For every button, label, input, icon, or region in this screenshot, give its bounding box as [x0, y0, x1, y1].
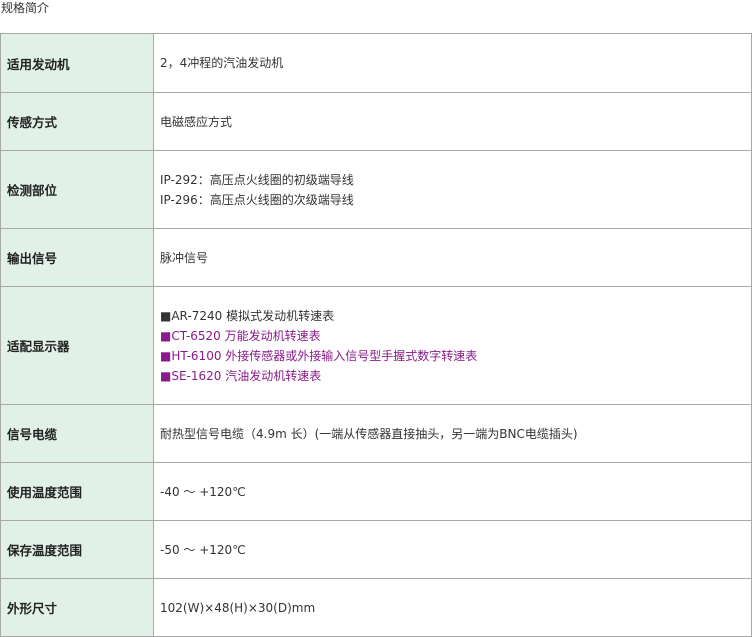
- value-line: IP-296：高压点火线圈的次级端导线: [160, 192, 354, 207]
- table-row: 信号电缆 耐热型信号电缆（4.9m 长）(一端从传感器直接抽头，另一端为BNC电…: [0, 404, 752, 463]
- row-label-output: 输出信号: [0, 228, 154, 287]
- table-row: 使用温度范围 -40 ～ +120℃: [0, 462, 752, 521]
- display-item-ht6100[interactable]: ■HT-6100 外接传感器或外接输入信号型手握式数字转速表: [160, 346, 745, 366]
- row-value-storage-temp: -50 ～ +120℃: [153, 520, 752, 579]
- display-item-ct6520[interactable]: ■CT-6520 万能发动机转速表: [160, 326, 745, 346]
- value-line: 脉冲信号: [160, 250, 209, 265]
- value-line: -40 ～ +120℃: [160, 484, 246, 499]
- row-label-operating-temp: 使用温度范围: [0, 462, 154, 521]
- display-item-se1620[interactable]: ■SE-1620 汽油发动机转速表: [160, 366, 745, 386]
- row-value-output: 脉冲信号: [153, 228, 752, 287]
- value-line: 电磁感应方式: [160, 114, 233, 129]
- row-value-sensing: 电磁感应方式: [153, 92, 752, 151]
- row-value-cable: 耐热型信号电缆（4.9m 长）(一端从传感器直接抽头，另一端为BNC电缆插头): [153, 404, 752, 463]
- row-value-display: ■AR-7240 模拟式发动机转速表 ■CT-6520 万能发动机转速表 ■HT…: [153, 286, 752, 405]
- page-title: 规格简介: [1, 1, 50, 15]
- value-line: IP-292：高压点火线圈的初级端导线: [160, 172, 354, 187]
- spec-table: 适用发动机 2，4冲程的汽油发动机 传感方式 电磁感应方式 检测部位 IP-29…: [0, 33, 752, 637]
- table-row: 检测部位 IP-292：高压点火线圈的初级端导线 IP-296：高压点火线圈的次…: [0, 150, 752, 229]
- value-line: 102(W)×48(H)×30(D)mm: [160, 600, 316, 615]
- table-row: 外形尺寸 102(W)×48(H)×30(D)mm: [0, 578, 752, 637]
- row-label-cable: 信号电缆: [0, 404, 154, 463]
- table-row: 输出信号 脉冲信号: [0, 228, 752, 287]
- value-line: 2，4冲程的汽油发动机: [160, 56, 284, 70]
- display-item-ar7240: ■AR-7240 模拟式发动机转速表: [160, 308, 335, 323]
- row-value-detection: IP-292：高压点火线圈的初级端导线 IP-296：高压点火线圈的次级端导线: [153, 150, 752, 229]
- value-line: 耐热型信号电缆（4.9m 长）(一端从传感器直接抽头，另一端为BNC电缆插头): [160, 426, 578, 441]
- row-label-engine: 适用发动机: [0, 33, 154, 93]
- table-row: 适配显示器 ■AR-7240 模拟式发动机转速表 ■CT-6520 万能发动机转…: [0, 286, 752, 405]
- row-label-display: 适配显示器: [0, 286, 154, 405]
- row-label-storage-temp: 保存温度范围: [0, 520, 154, 579]
- row-value-operating-temp: -40 ～ +120℃: [153, 462, 752, 521]
- value-line: -50 ～ +120℃: [160, 542, 246, 557]
- row-label-dimensions: 外形尺寸: [0, 578, 154, 637]
- row-value-dimensions: 102(W)×48(H)×30(D)mm: [153, 578, 752, 637]
- row-value-engine: 2，4冲程的汽油发动机: [153, 33, 752, 93]
- row-label-detection: 检测部位: [0, 150, 154, 229]
- table-row: 保存温度范围 -50 ～ +120℃: [0, 520, 752, 579]
- table-row: 适用发动机 2，4冲程的汽油发动机: [0, 33, 752, 93]
- row-label-sensing: 传感方式: [0, 92, 154, 151]
- table-row: 传感方式 电磁感应方式: [0, 92, 752, 151]
